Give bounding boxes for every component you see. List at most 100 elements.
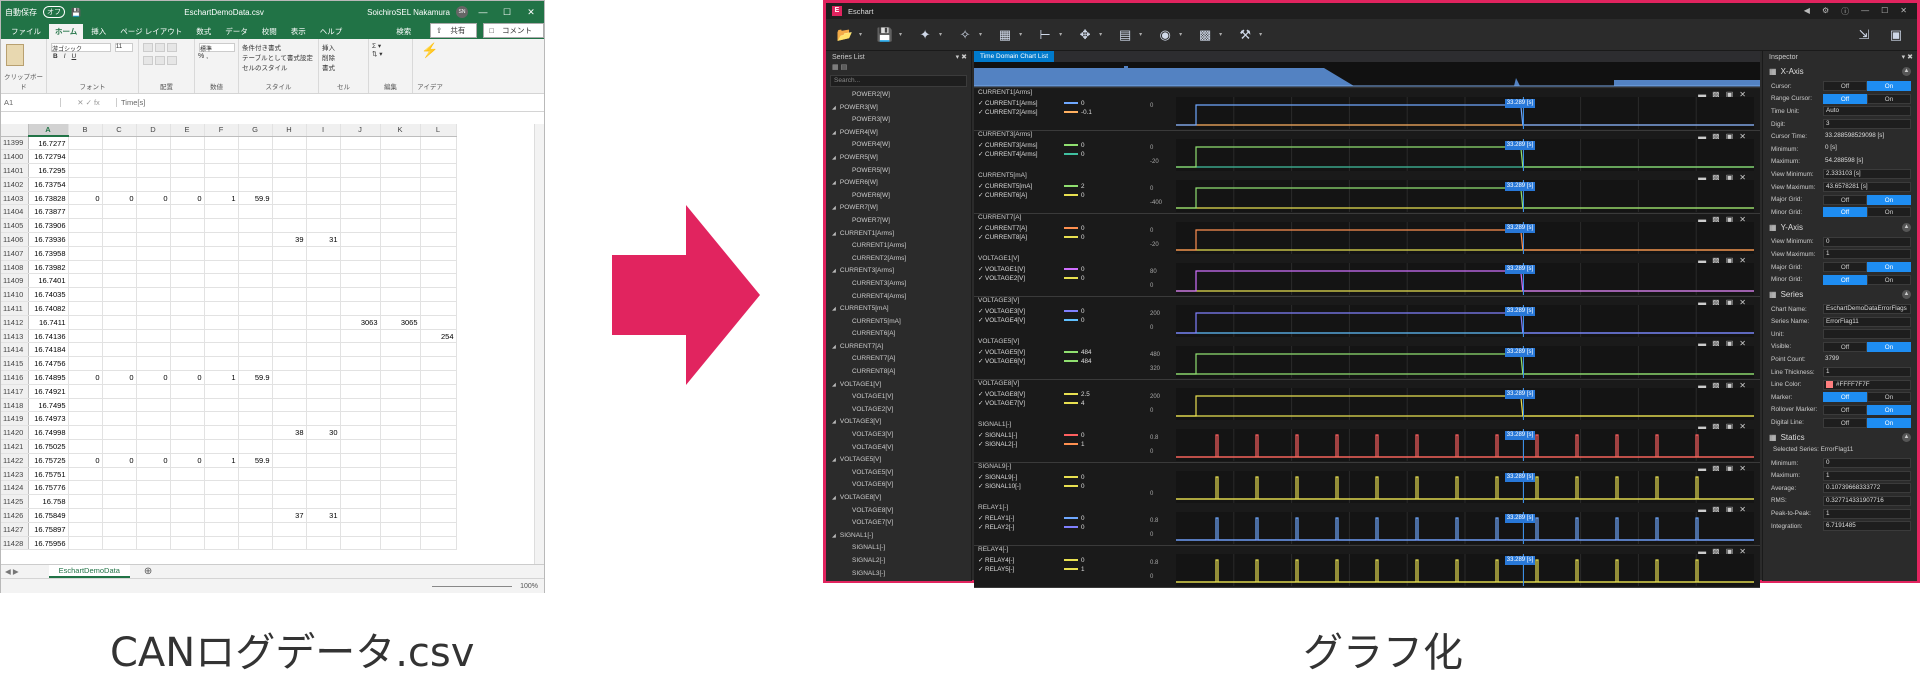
chart-row[interactable]: VOLTAGE8[V] ✓ VOLTAGE8[V] ✓ VOLTAGE7[V] 2.5… bbox=[974, 379, 1760, 422]
property-value[interactable]: 1 bbox=[1823, 508, 1911, 519]
cell[interactable] bbox=[340, 384, 381, 399]
cell[interactable]: 0 bbox=[102, 191, 137, 206]
cell[interactable] bbox=[102, 163, 137, 178]
cell[interactable] bbox=[272, 467, 307, 482]
property-value[interactable]: 43.6578281 [s] bbox=[1823, 182, 1911, 193]
cell[interactable] bbox=[68, 273, 103, 289]
chart-row[interactable]: VOLTAGE3[V] ✓ VOLTAGE3[V] ✓ VOLTAGE4[V] 0 0 2… bbox=[974, 296, 1760, 339]
row-header[interactable]: 11400 bbox=[1, 149, 29, 165]
cell[interactable]: 16.75776 bbox=[28, 480, 69, 496]
cell[interactable] bbox=[380, 204, 421, 220]
tree-item[interactable]: VOLTAGE3[V] bbox=[832, 429, 971, 442]
cell[interactable] bbox=[238, 177, 273, 192]
cell[interactable] bbox=[420, 246, 457, 261]
cell[interactable] bbox=[136, 218, 171, 234]
cell[interactable] bbox=[170, 356, 205, 372]
tree-group[interactable]: CURRENT5[mA] bbox=[832, 303, 971, 316]
signal-checkbox[interactable]: ✓ VOLTAGE4[V] bbox=[978, 316, 1025, 325]
toggle-on[interactable]: On bbox=[1867, 392, 1911, 403]
toggle-off[interactable]: Off bbox=[1823, 262, 1867, 273]
chart-row[interactable]: CURRENT1[Arms] ✓ CURRENT1[Arms] ✓ CURRENT2… bbox=[974, 89, 1760, 131]
cell[interactable] bbox=[102, 301, 137, 316]
cell[interactable] bbox=[204, 536, 239, 551]
toggle-switch[interactable]: Off On bbox=[1823, 93, 1911, 104]
cell[interactable] bbox=[238, 246, 273, 261]
cell[interactable] bbox=[420, 370, 457, 385]
cell[interactable] bbox=[170, 411, 205, 427]
property-value[interactable]: 1 bbox=[1823, 470, 1911, 481]
cell[interactable] bbox=[306, 439, 341, 454]
row-header[interactable]: 11422 bbox=[1, 453, 29, 468]
toggle-on[interactable]: On bbox=[1867, 274, 1911, 285]
cell[interactable] bbox=[68, 260, 103, 275]
signal-checkbox[interactable]: ✓ CURRENT8[A] bbox=[978, 233, 1027, 242]
chart-row-title[interactable]: CURRENT5[mA] bbox=[978, 172, 1027, 179]
cell[interactable] bbox=[380, 232, 421, 247]
ribbon-tab[interactable]: データ bbox=[219, 24, 254, 39]
cell[interactable] bbox=[238, 480, 273, 496]
toggle-off[interactable]: Off bbox=[1823, 404, 1867, 415]
row-header[interactable]: 11399 bbox=[1, 136, 29, 151]
chart-row[interactable]: VOLTAGE1[V] ✓ VOLTAGE1[V] ✓ VOLTAGE2[V] 0 0 8… bbox=[974, 255, 1760, 297]
share-button[interactable]: ⇧ 共有 bbox=[430, 23, 478, 38]
tree-item[interactable]: VOLTAGE1[V] bbox=[832, 391, 971, 404]
cell[interactable] bbox=[238, 384, 273, 399]
cell[interactable] bbox=[380, 398, 421, 413]
format-as-table-button[interactable]: テーブルとして書式設定 bbox=[242, 52, 315, 62]
move-icon[interactable]: ✥ bbox=[1074, 26, 1096, 44]
cell[interactable] bbox=[136, 439, 171, 454]
tree-group[interactable]: VOLTAGE5[V] bbox=[832, 454, 971, 467]
cell[interactable] bbox=[380, 273, 421, 289]
cell[interactable] bbox=[170, 177, 205, 192]
plot-area[interactable]: 33.289 [s] bbox=[1176, 221, 1754, 254]
property-value[interactable]: 6.7191485 bbox=[1823, 521, 1911, 532]
chart-row[interactable]: CURRENT7[A] ✓ CURRENT7[A] ✓ CURRENT8[A] 0 0 0… bbox=[974, 213, 1760, 256]
column-header[interactable]: A bbox=[28, 124, 69, 137]
cell[interactable] bbox=[68, 218, 103, 234]
cell[interactable] bbox=[380, 370, 421, 385]
toggle-on[interactable]: On bbox=[1867, 262, 1911, 273]
chart-row-title[interactable]: CURRENT3[Arms] bbox=[978, 131, 1032, 138]
tree-item[interactable]: CURRENT2[Arms] bbox=[832, 253, 971, 266]
fx-icon[interactable]: ✕ ✓ fx bbox=[61, 98, 117, 107]
cell[interactable] bbox=[238, 508, 273, 523]
cell[interactable] bbox=[306, 453, 341, 468]
cell[interactable] bbox=[204, 329, 239, 344]
cell[interactable] bbox=[272, 536, 307, 551]
cell[interactable]: 31 bbox=[306, 232, 341, 247]
cell[interactable] bbox=[272, 398, 307, 413]
row-header[interactable]: 11424 bbox=[1, 480, 29, 496]
column-header[interactable]: J bbox=[340, 124, 381, 137]
cell[interactable] bbox=[102, 508, 137, 523]
cell[interactable] bbox=[420, 177, 457, 192]
cell[interactable] bbox=[306, 522, 341, 537]
toggle-off[interactable]: Off bbox=[1823, 417, 1867, 428]
cell[interactable] bbox=[68, 508, 103, 523]
row-header[interactable]: 11412 bbox=[1, 315, 29, 330]
chart-row[interactable]: VOLTAGE5[V] ✓ VOLTAGE5[V] ✓ VOLTAGE6[V] 484… bbox=[974, 338, 1760, 380]
cell[interactable] bbox=[102, 260, 137, 275]
cell[interactable]: 254 bbox=[420, 329, 457, 344]
cell[interactable] bbox=[306, 315, 341, 330]
tree-item[interactable]: POWER4[W] bbox=[832, 139, 971, 152]
cell[interactable] bbox=[170, 467, 205, 482]
signal-checkbox[interactable]: ✓ RELAY1[-] bbox=[978, 514, 1014, 523]
cell[interactable] bbox=[136, 536, 171, 551]
cell[interactable] bbox=[238, 536, 273, 551]
formula-input[interactable]: Time[s] bbox=[117, 98, 145, 107]
cell[interactable] bbox=[204, 218, 239, 234]
cell[interactable] bbox=[380, 260, 421, 275]
cell[interactable] bbox=[68, 315, 103, 330]
cell[interactable] bbox=[306, 370, 341, 385]
cell[interactable] bbox=[420, 149, 457, 165]
bar-chart-icon[interactable]: ▩ bbox=[1194, 26, 1216, 44]
column-header[interactable]: L bbox=[420, 124, 457, 137]
cell[interactable] bbox=[102, 287, 137, 303]
cell[interactable]: 16.73877 bbox=[28, 204, 69, 220]
cell[interactable] bbox=[420, 287, 457, 303]
cell[interactable] bbox=[272, 315, 307, 330]
row-header[interactable]: 11408 bbox=[1, 260, 29, 275]
cell[interactable] bbox=[380, 384, 421, 399]
cell[interactable] bbox=[102, 494, 137, 510]
info-icon[interactable]: ⓘ bbox=[1841, 6, 1849, 17]
